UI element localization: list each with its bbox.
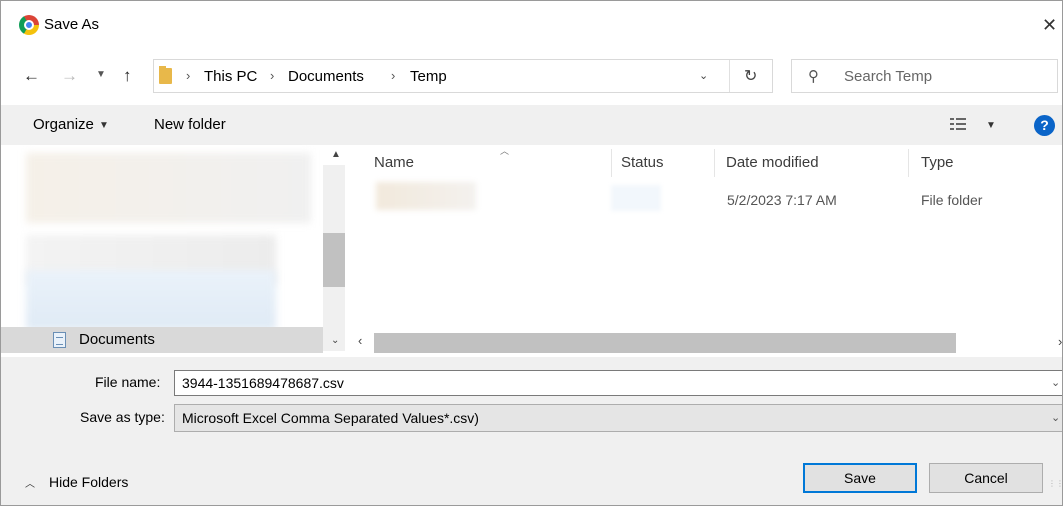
- chevron-down-icon[interactable]: ⌄: [1051, 376, 1060, 389]
- view-dropdown-icon[interactable]: ▼: [986, 120, 996, 131]
- cell-type: File folder: [921, 192, 983, 208]
- column-divider[interactable]: [908, 149, 909, 177]
- save-as-type-value: Microsoft Excel Comma Separated Values*.…: [182, 410, 479, 426]
- blurred-nav-item: [26, 153, 311, 223]
- arrow-up-icon: ↑: [123, 66, 132, 85]
- help-icon[interactable]: ?: [1034, 115, 1055, 136]
- breadcrumb-documents[interactable]: Documents: [288, 68, 364, 85]
- breadcrumb-separator-icon: ›: [391, 68, 396, 83]
- arrow-left-icon: ←: [23, 66, 40, 85]
- blurred-nav-item: [26, 270, 276, 330]
- column-header-date-modified[interactable]: Date modified: [726, 154, 819, 171]
- horizontal-scrollbar-thumb[interactable]: [374, 333, 956, 353]
- scroll-up-icon[interactable]: ▲: [331, 149, 341, 160]
- blurred-file-status: [611, 185, 661, 211]
- organize-button[interactable]: Organize: [33, 116, 94, 133]
- view-options-icon[interactable]: [950, 117, 966, 131]
- scroll-right-icon[interactable]: ›: [1058, 334, 1062, 349]
- save-as-type-select[interactable]: Microsoft Excel Comma Separated Values*.…: [174, 404, 1062, 432]
- breadcrumb-separator-icon: ›: [186, 68, 191, 83]
- new-folder-button[interactable]: New folder: [154, 116, 226, 133]
- breadcrumb-separator-icon: ›: [270, 68, 275, 83]
- refresh-icon[interactable]: ↻: [744, 66, 757, 86]
- search-icon: ⚲: [808, 68, 819, 85]
- navigation-pane[interactable]: ▲ Documents ⌄: [1, 145, 346, 357]
- sidebar-item-label: Documents: [79, 331, 155, 348]
- file-name-value: 3944-1351689478687.csv: [182, 375, 344, 391]
- save-button[interactable]: Save: [803, 463, 917, 493]
- forward-button[interactable]: →: [61, 66, 78, 86]
- file-list-pane[interactable]: ︿ Name Status Date modified Type 5/2/202…: [346, 145, 1062, 357]
- address-divider: [729, 60, 730, 92]
- nav-scrollbar-thumb[interactable]: [323, 233, 345, 287]
- file-name-label: File name:: [95, 374, 161, 390]
- address-bar[interactable]: › This PC › Documents › Temp ⌄ ↻: [153, 59, 773, 93]
- scroll-down-icon[interactable]: ⌄: [331, 335, 339, 346]
- search-input[interactable]: ⚲ Search Temp: [791, 59, 1058, 93]
- blurred-file-name: [376, 182, 476, 210]
- cell-date-modified: 5/2/2023 7:17 AM: [727, 192, 837, 208]
- file-name-field[interactable]: 3944-1351689478687.csv ⌄: [174, 370, 1062, 396]
- chevron-down-icon: ▼: [96, 69, 106, 80]
- column-divider[interactable]: [714, 149, 715, 177]
- column-divider[interactable]: [611, 149, 612, 177]
- scroll-left-icon[interactable]: ‹: [358, 333, 362, 348]
- save-as-type-label: Save as type:: [80, 409, 165, 425]
- title-bar: Save As ✕: [1, 1, 1062, 53]
- sidebar-item-documents[interactable]: Documents: [1, 327, 323, 353]
- breadcrumb-this-pc[interactable]: This PC: [204, 68, 257, 85]
- search-placeholder: Search Temp: [844, 68, 933, 85]
- arrow-right-icon: →: [61, 66, 78, 85]
- documents-icon: [53, 332, 66, 348]
- column-header-status[interactable]: Status: [621, 154, 664, 171]
- address-dropdown-icon[interactable]: ⌄: [699, 69, 708, 82]
- chevron-down-icon: ▼: [99, 120, 109, 131]
- chevron-up-icon: ︿: [25, 479, 35, 490]
- close-button[interactable]: ✕: [1042, 13, 1062, 37]
- chrome-app-icon: [19, 15, 39, 35]
- column-header-name[interactable]: Name: [374, 154, 414, 171]
- sort-ascending-icon: ︿: [500, 146, 510, 156]
- resize-grip-icon[interactable]: ⋮⋮: [1048, 480, 1062, 488]
- chevron-down-icon: ⌄: [1051, 412, 1061, 424]
- breadcrumb-temp[interactable]: Temp: [410, 68, 447, 85]
- folder-icon: [159, 66, 172, 84]
- command-bar: Organize ▼ New folder ▼ ?: [1, 105, 1062, 145]
- navigation-bar: ← → ▼ ↑ › This PC › Documents › Temp ⌄ ↻…: [1, 53, 1062, 105]
- back-button[interactable]: ←: [23, 66, 40, 86]
- window-title: Save As: [44, 16, 100, 33]
- hide-folders-button[interactable]: Hide Folders: [49, 474, 128, 490]
- column-header-type[interactable]: Type: [921, 154, 954, 171]
- cancel-button[interactable]: Cancel: [929, 463, 1043, 493]
- recent-locations-button[interactable]: ▼: [96, 69, 106, 80]
- save-as-dialog: Save As ✕ ← → ▼ ↑ › This PC › Documents …: [0, 0, 1063, 506]
- up-button[interactable]: ↑: [123, 66, 132, 86]
